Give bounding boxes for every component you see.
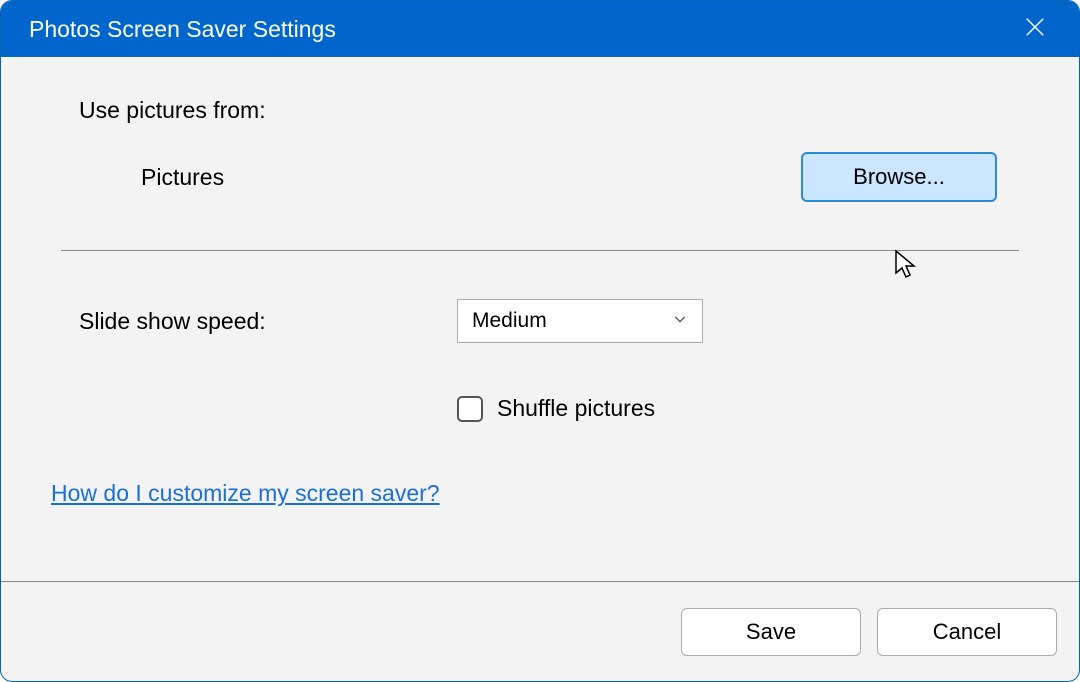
content-area: Use pictures from: Pictures Browse... Sl… (1, 57, 1079, 581)
shuffle-label: Shuffle pictures (497, 395, 655, 422)
speed-dropdown[interactable]: Medium (457, 299, 703, 343)
shuffle-row: Shuffle pictures (457, 395, 1019, 422)
speed-row: Slide show speed: Medium (79, 299, 1019, 343)
save-button[interactable]: Save (681, 608, 861, 656)
shuffle-checkbox[interactable] (457, 396, 483, 422)
use-pictures-label: Use pictures from: (79, 97, 1019, 124)
close-button[interactable] (1015, 9, 1055, 49)
dialog-title: Photos Screen Saver Settings (29, 16, 336, 43)
pictures-row: Pictures Browse... (141, 152, 997, 202)
cursor-icon (893, 249, 921, 286)
footer: Save Cancel (1, 581, 1079, 681)
chevron-down-icon (672, 309, 688, 333)
pictures-folder-value: Pictures (141, 164, 224, 191)
dialog-window: Photos Screen Saver Settings Use picture… (0, 0, 1080, 682)
titlebar: Photos Screen Saver Settings (1, 1, 1079, 57)
help-link[interactable]: How do I customize my screen saver? (51, 480, 1019, 507)
speed-label: Slide show speed: (79, 308, 457, 335)
divider (61, 250, 1019, 251)
speed-value: Medium (472, 309, 547, 333)
cancel-button[interactable]: Cancel (877, 608, 1057, 656)
browse-button[interactable]: Browse... (801, 152, 997, 202)
close-icon (1024, 16, 1046, 43)
